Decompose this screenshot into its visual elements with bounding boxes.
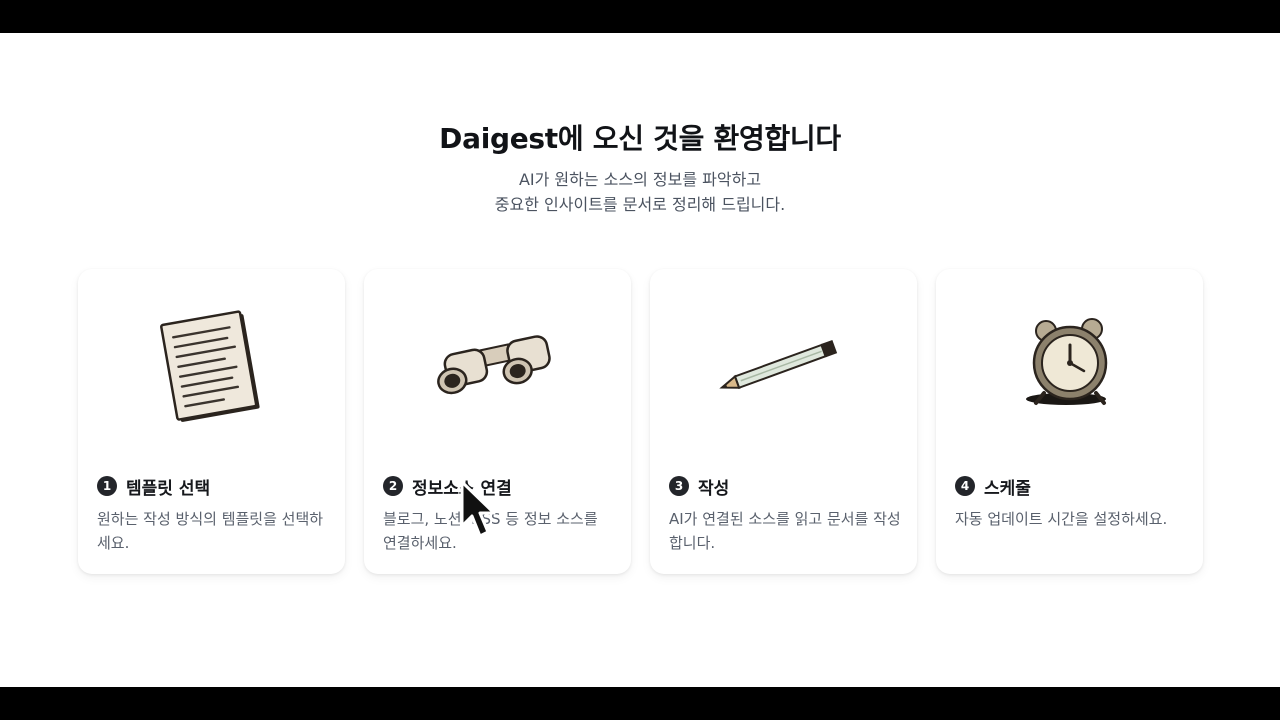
step-description: 원하는 작성 방식의 템플릿을 선택하세요. (97, 510, 324, 552)
paper-icon (78, 289, 345, 439)
binoculars-icon (364, 289, 631, 439)
onboarding-steps: 1 템플릿 선택 원하는 작성 방식의 템플릿을 선택하세요. 2 정보소스 연… (78, 269, 1203, 574)
step-card-template[interactable]: 1 템플릿 선택 원하는 작성 방식의 템플릿을 선택하세요. (78, 269, 345, 574)
letterbox-bottom (0, 687, 1280, 720)
pencil-icon (650, 289, 917, 439)
page-subtitle: AI가 원하는 소스의 정보를 파악하고 중요한 인사이트를 문서로 정리해 드… (0, 167, 1280, 217)
step-title: 작성 (698, 478, 730, 499)
subtitle-line-1: AI가 원하는 소스의 정보를 파악하고 (518, 170, 762, 189)
step-description: 자동 업데이트 시간을 설정하세요. (955, 510, 1168, 528)
step-number-badge: 1 (97, 476, 117, 496)
step-title: 템플릿 선택 (126, 478, 211, 499)
alarm-clock-icon (936, 289, 1203, 439)
page-title: Daigest에 오신 것을 환영합니다 (439, 122, 841, 155)
welcome-hero: Daigest에 오신 것을 환영합니다 AI가 원하는 소스의 정보를 파악하… (0, 121, 1280, 217)
step-title-row: 4 스케줄 (955, 473, 1031, 499)
letterbox-top (0, 0, 1280, 33)
step-description: AI가 연결된 소스를 읽고 문서를 작성합니다. (669, 510, 901, 552)
step-title-row: 1 템플릿 선택 (97, 473, 210, 499)
step-description: 블로그, 노션, RSS 등 정보 소스를 연결하세요. (383, 510, 598, 552)
step-number-badge: 3 (669, 476, 689, 496)
step-card-schedule[interactable]: 4 스케줄 자동 업데이트 시간을 설정하세요. (936, 269, 1203, 574)
step-card-write[interactable]: 3 작성 AI가 연결된 소스를 읽고 문서를 작성합니다. (650, 269, 917, 574)
step-number-badge: 2 (383, 476, 403, 496)
step-title: 스케줄 (984, 478, 1031, 499)
step-number-badge: 4 (955, 476, 975, 496)
step-title-row: 3 작성 (669, 473, 729, 499)
subtitle-line-2: 중요한 인사이트를 문서로 정리해 드립니다. (494, 195, 786, 214)
step-card-sources[interactable]: 2 정보소스 연결 블로그, 노션, RSS 등 정보 소스를 연결하세요. (364, 269, 631, 574)
mouse-cursor-icon (460, 480, 496, 546)
